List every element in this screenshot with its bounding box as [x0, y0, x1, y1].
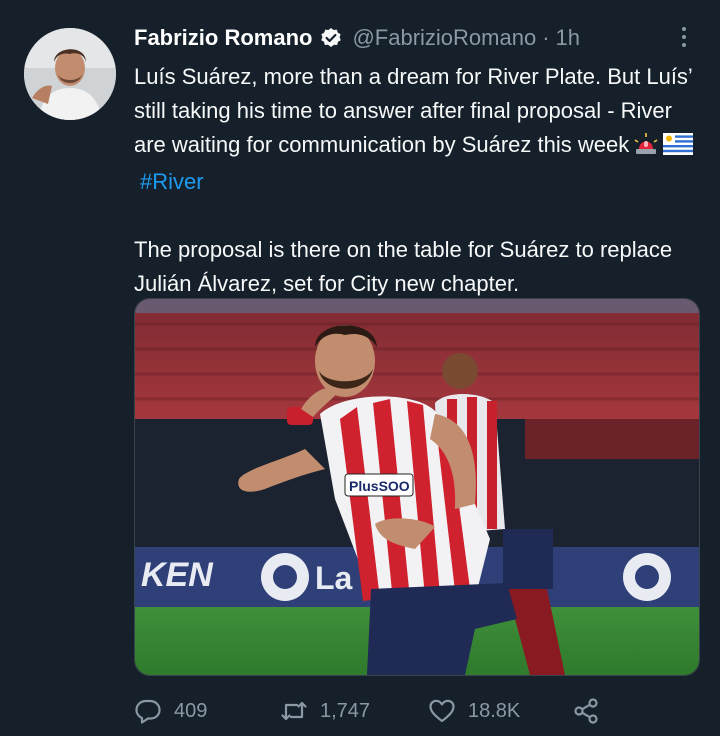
reply-button[interactable]: 409 — [134, 694, 207, 728]
uruguay-flag-icon — [663, 131, 694, 165]
tweet-media-image[interactable]: KEN La PlusSOO — [134, 298, 700, 676]
siren-emoji-icon — [633, 131, 659, 165]
tweet-header: Fabrizio Romano @FabrizioRomano · 1h — [134, 24, 580, 52]
retweet-icon — [281, 701, 307, 721]
separator-dot: · — [542, 25, 550, 50]
like-icon — [429, 699, 455, 723]
tweet-text: Luís Suárez, more than a dream for River… — [134, 60, 694, 301]
share-button[interactable] — [572, 694, 612, 728]
tweet-paragraph-2: The proposal is there on the table for S… — [134, 237, 673, 296]
ad-board-brand: KEN — [141, 556, 214, 594]
retweet-count: 1,747 — [320, 699, 371, 722]
author-handle[interactable]: @FabrizioRomano — [352, 25, 536, 51]
tweet-paragraph-1: Luís Suárez, more than a dream for River… — [134, 60, 694, 199]
tweet-timestamp[interactable]: 1h — [556, 25, 580, 51]
author-avatar[interactable] — [24, 28, 116, 120]
verified-badge-icon — [320, 27, 342, 49]
share-icon — [574, 698, 598, 724]
like-count: 18.8K — [468, 699, 521, 722]
reply-count: 409 — [174, 699, 208, 722]
reply-icon — [135, 699, 161, 724]
author-name[interactable]: Fabrizio Romano — [134, 25, 312, 51]
more-icon[interactable] — [672, 22, 696, 52]
tweet-text-line1: Luís Suárez, more than a dream for River… — [134, 64, 693, 157]
jersey-sponsor: PlusSOO — [349, 478, 410, 494]
ad-board-league: La — [315, 560, 353, 596]
retweet-button[interactable]: 1,747 — [280, 694, 370, 728]
tweet-actions: 409 1,747 18.8K — [134, 694, 614, 728]
like-button[interactable]: 18.8K — [428, 694, 520, 728]
hashtag-link[interactable]: #River — [140, 169, 204, 194]
